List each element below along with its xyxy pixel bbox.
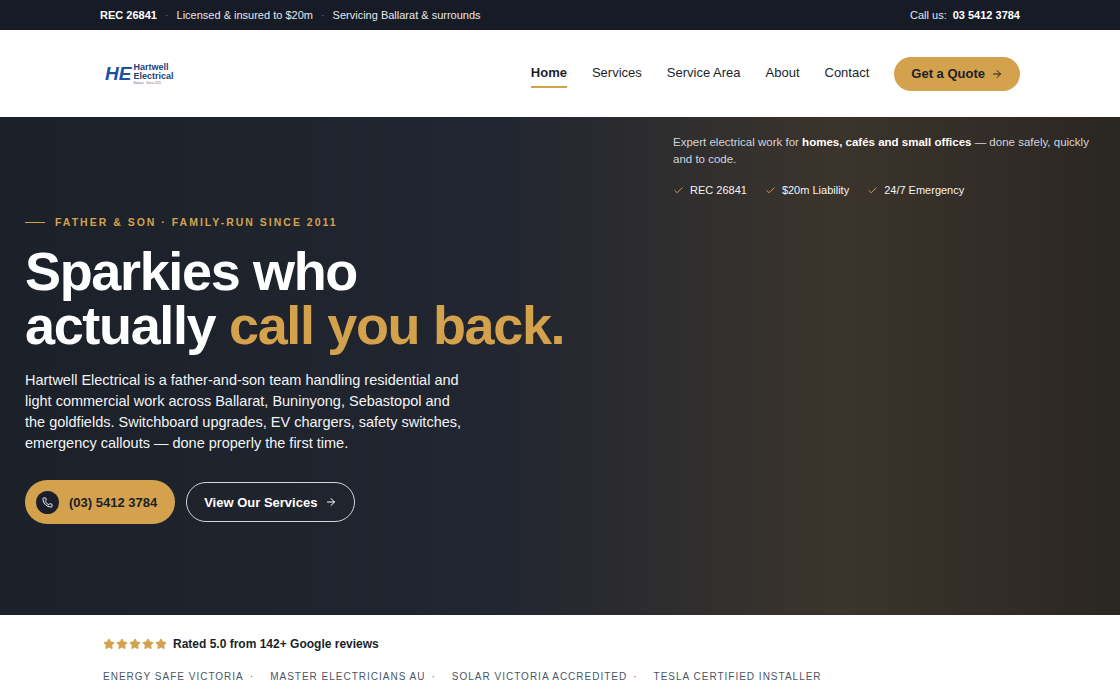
logo[interactable]: HEHartwellElectricalBallarat · Since 201… <box>105 63 173 85</box>
header: HEHartwellElectricalBallarat · Since 201… <box>0 30 1120 117</box>
rating: Rated 5.0 from 142+ Google reviews <box>103 635 1120 653</box>
star-icon <box>103 638 115 650</box>
topbar-item: Licensed & insured to $20m <box>177 7 313 24</box>
view-services-button[interactable]: View Our Services <box>186 482 355 522</box>
hero-intro: Expert electrical work for homes, cafés … <box>673 134 1095 199</box>
accreditation: TESLA CERTIFIED INSTALLER <box>654 669 822 684</box>
separator: · <box>250 669 254 684</box>
check-icon <box>673 185 684 196</box>
star-icon <box>116 638 128 650</box>
logo-name: Electrical <box>133 72 173 81</box>
topbar-phone[interactable]: 03 5412 3784 <box>953 7 1020 24</box>
eyebrow-line <box>25 222 45 223</box>
accreditation: SOLAR VICTORIA ACCREDITED <box>452 669 627 684</box>
separator: · <box>165 7 169 24</box>
star-icon <box>142 638 154 650</box>
separator: · <box>633 669 637 684</box>
main-nav: Home Services Service Area About Contact <box>531 59 869 89</box>
rec-number: REC 26841 <box>100 7 157 24</box>
hero-paragraph: Hartwell Electrical is a father-and-son … <box>25 370 465 454</box>
page: REC 26841 · Licensed & insured to $20m · Ser… <box>0 0 1120 700</box>
hero-badge: $20m Liability <box>765 182 849 199</box>
separator: · <box>321 7 325 24</box>
accreditation: ENERGY SAFE VICTORIA <box>103 669 244 684</box>
star-icon <box>129 638 141 650</box>
accreditation: MASTER ELECTRICIANS AU <box>270 669 425 684</box>
check-icon <box>867 185 878 196</box>
hero: Expert electrical work for homes, cafés … <box>0 117 1120 615</box>
nav-item[interactable]: Service Area <box>667 59 741 89</box>
get-quote-button[interactable]: Get a Quote <box>894 57 1020 91</box>
top-bar: REC 26841 · Licensed & insured to $20m · Ser… <box>0 0 1120 30</box>
hero-badge: 24/7 Emergency <box>867 182 964 199</box>
check-icon <box>765 185 776 196</box>
hero-badge: REC 26841 <box>673 182 747 199</box>
phone-icon <box>42 497 53 508</box>
hero-headline: Sparkies whoactually call you back. <box>25 244 1095 352</box>
logo-mark: HE <box>105 64 131 83</box>
nav-item[interactable]: Services <box>592 59 642 89</box>
separator: · <box>431 669 435 684</box>
nav-item[interactable]: Contact <box>825 59 870 89</box>
call-button[interactable]: (03) 5412 3784 <box>25 480 175 524</box>
logo-tagline: Ballarat · Since 2011 <box>133 82 173 85</box>
logo-name: Hartwell <box>133 63 173 72</box>
accreditations: ENERGY SAFE VICTORIA · MASTER ELECTRICIANS… <box>103 669 1120 684</box>
star-icon <box>155 638 167 650</box>
nav-item[interactable]: About <box>766 59 800 89</box>
arrow-right-icon <box>991 68 1003 80</box>
trust-strip: Rated 5.0 from 142+ Google reviews ENERGY… <box>0 615 1120 700</box>
intro-text: Expert electrical work for homes, cafés … <box>673 134 1095 168</box>
nav-item[interactable]: Home <box>531 59 567 89</box>
rating-text: Rated 5.0 from 142+ Google reviews <box>173 635 379 653</box>
topbar-item: Servicing Ballarat & surrounds <box>333 7 481 24</box>
arrow-right-icon <box>325 496 337 508</box>
call-label: Call us: <box>910 7 947 24</box>
eyebrow: FATHER & SON · FAMILY-RUN SINCE 2011 <box>55 215 338 231</box>
